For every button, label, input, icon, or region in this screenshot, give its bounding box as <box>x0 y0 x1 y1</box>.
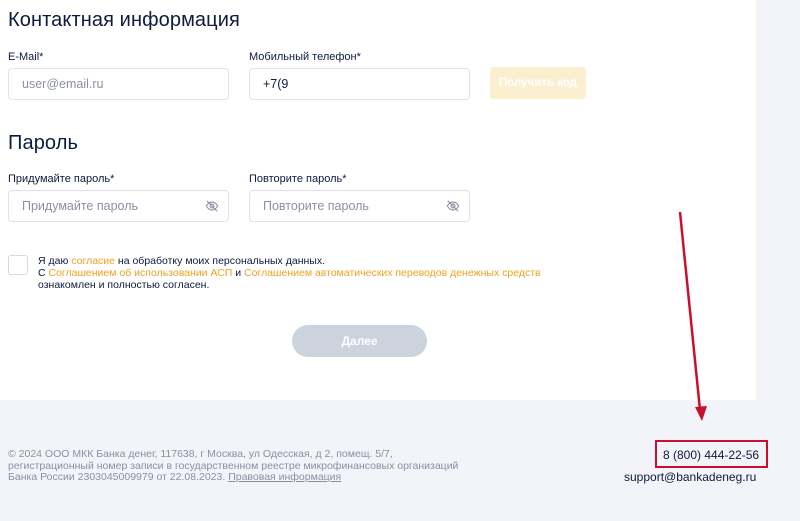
consent-text: Я даю согласие на обработку моих персона… <box>38 255 541 291</box>
support-phone[interactable]: 8 (800) 444-22-56 <box>663 448 759 462</box>
create-password-label: Придумайте пароль* <box>8 173 115 185</box>
footer-legal-info: © 2024 ООО МКК Банка денег, 117638, г Мо… <box>8 448 459 484</box>
phone-label: Мобильный телефон* <box>249 51 361 63</box>
footer-line: © 2024 ООО МКК Банка денег, 117638, г Мо… <box>8 448 393 460</box>
next-button[interactable]: Далее <box>292 325 427 357</box>
password-section-title: Пароль <box>8 132 78 154</box>
contact-section-title: Контактная информация <box>8 9 240 31</box>
eye-off-icon[interactable] <box>446 199 460 213</box>
legal-info-link[interactable]: Правовая информация <box>228 471 341 483</box>
phone-field[interactable] <box>263 69 423 99</box>
footer-line: Банка России 2303045009979 от 22.08.2023… <box>8 471 229 483</box>
consent-text-part: С <box>38 267 49 279</box>
eye-off-icon[interactable] <box>205 199 219 213</box>
footer-line: регистрационный номер записи в государст… <box>8 459 459 472</box>
repeat-password-field[interactable] <box>263 191 423 221</box>
email-field[interactable] <box>22 69 182 99</box>
consent-checkbox[interactable] <box>8 255 28 275</box>
consent-text-part: Я даю <box>38 255 72 267</box>
get-code-button[interactable]: Получить код <box>490 67 586 99</box>
consent-link[interactable]: согласие <box>71 255 115 267</box>
email-label: E-Mail* <box>8 51 44 63</box>
support-email[interactable]: support@bankadeneg.ru <box>624 470 756 484</box>
consent-text-part: ознакомлен и полностью согласен. <box>38 279 210 291</box>
phone-field-wrapper <box>249 68 470 100</box>
create-password-wrapper <box>8 190 229 222</box>
consent-text-part: на обработку моих персональных данных. <box>115 255 326 267</box>
email-field-wrapper <box>8 68 229 100</box>
repeat-password-wrapper <box>249 190 470 222</box>
registration-form-card: Контактная информация E-Mail* Мобильный … <box>0 0 756 400</box>
auto-transfer-agreement-link[interactable]: Соглашением автоматических переводов ден… <box>244 267 541 279</box>
consent-text-part: и <box>232 267 245 279</box>
asp-agreement-link[interactable]: Соглашением об использовании АСП <box>49 267 233 279</box>
repeat-password-label: Повторите пароль* <box>249 173 347 185</box>
create-password-field[interactable] <box>22 191 182 221</box>
